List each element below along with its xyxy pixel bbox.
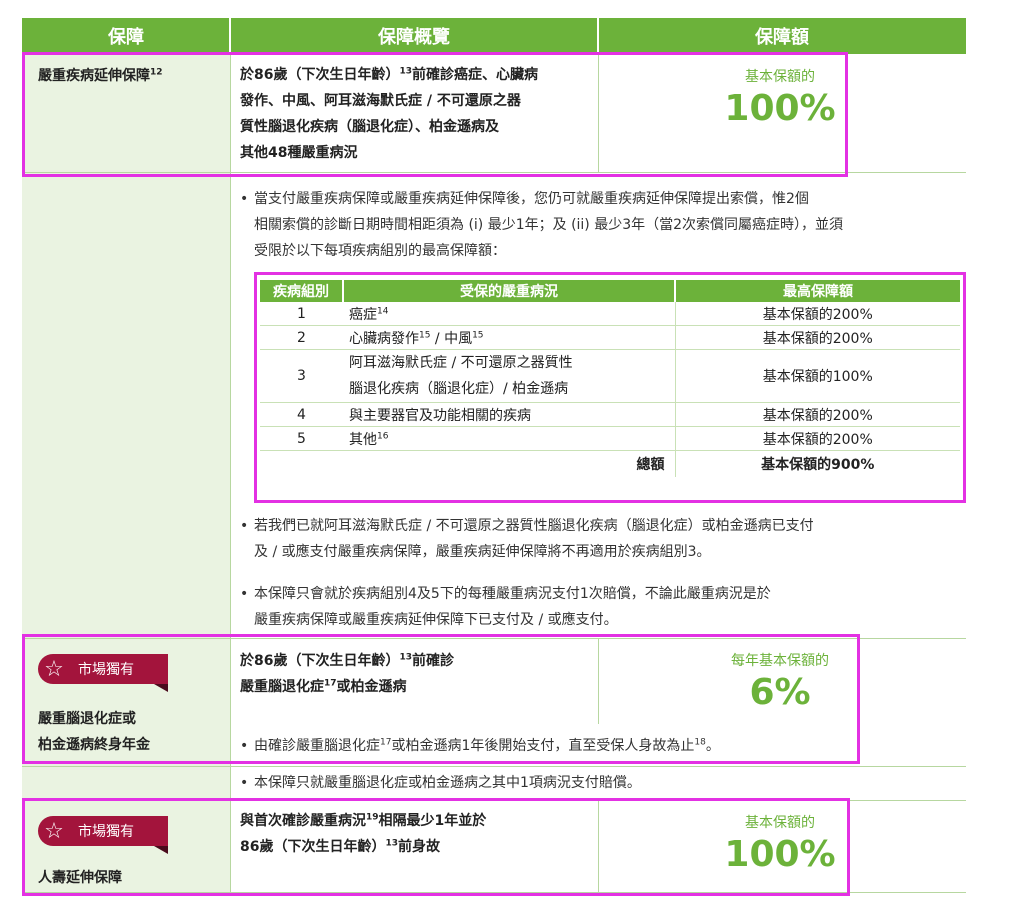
bullet-text: 相關索償的診斷日期時間相距須為 (i) 最少1年；及 (ii) 最少3年（當2次… (254, 217, 844, 233)
row-divider (22, 766, 966, 767)
bullet-line: 受限於以下每項疾病組別的最高保障額： (240, 238, 843, 264)
highlight-frame (22, 634, 860, 764)
bullet-line: • 當支付嚴重疾病保障或嚴重疾病延伸保障後，您仍可就嚴重疾病延伸保障提出索償，惟2… (240, 191, 809, 207)
bullet-text: 及 / 或應支付嚴重疾病保障，嚴重疾病延伸保障將不再適用於疾病組別3。 (254, 544, 711, 560)
bullet-text: 若我們已就阿耳滋海默氏症 / 不可還原之器質性腦退化疾病（腦退化症）或柏金遜病已… (254, 518, 814, 534)
bullet-paragraph: • 本保障只會就於疾病組別4及5下的每種嚴重病況支付1次賠償，不論此嚴重病況是於 … (240, 581, 771, 633)
bullet-line: • 本保障只會就於疾病組別4及5下的每種嚴重病況支付1次賠償，不論此嚴重病況是於 (240, 586, 771, 602)
header-separator (229, 18, 231, 54)
bullet-line: 嚴重疾病保障或嚴重疾病延伸保障下已支付及 / 或應支付。 (240, 607, 771, 633)
header-separator (597, 18, 599, 54)
highlight-frame (254, 272, 966, 503)
bullet-text: 當支付嚴重疾病保障或嚴重疾病延伸保障後，您仍可就嚴重疾病延伸保障提出索償，惟2個 (254, 191, 809, 207)
bullet-text: 本保障只就嚴重腦退化症或柏金遜病之其中1項病況支付賠償。 (254, 775, 641, 791)
bullet-line: • 若我們已就阿耳滋海默氏症 / 不可還原之器質性腦退化疾病（腦退化症）或柏金遜病… (240, 518, 814, 534)
bullet-text: 嚴重疾病保障或嚴重疾病延伸保障下已支付及 / 或應支付。 (254, 612, 618, 628)
highlight-frame (22, 798, 850, 896)
bullet-paragraph: • 本保障只就嚴重腦退化症或柏金遜病之其中1項病況支付賠償。 (240, 775, 641, 791)
highlight-frame (22, 52, 848, 177)
header-col-amount: 保障額 (598, 18, 966, 54)
bullet-paragraph: • 當支付嚴重疾病保障或嚴重疾病延伸保障後，您仍可就嚴重疾病延伸保障提出索償，惟2… (240, 186, 843, 264)
header-col-protection: 保障 (22, 18, 230, 54)
bullet-line: 相關索償的診斷日期時間相距須為 (i) 最少1年；及 (ii) 最少3年（當2次… (240, 212, 843, 238)
bullet-paragraph: • 若我們已就阿耳滋海默氏症 / 不可還原之器質性腦退化疾病（腦退化症）或柏金遜病… (240, 513, 814, 565)
header-col-overview: 保障概覽 (230, 18, 598, 54)
bullet-line: 及 / 或應支付嚴重疾病保障，嚴重疾病延伸保障將不再適用於疾病組別3。 (240, 539, 814, 565)
bullet-text: 本保障只會就於疾病組別4及5下的每種嚴重病況支付1次賠償，不論此嚴重病況是於 (254, 586, 771, 602)
bullet-text: 受限於以下每項疾病組別的最高保障額： (254, 243, 506, 259)
